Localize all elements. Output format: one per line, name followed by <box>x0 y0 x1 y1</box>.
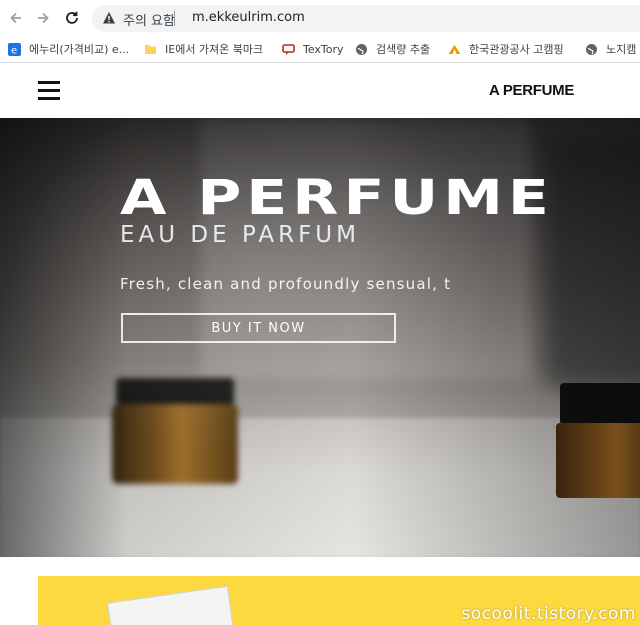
svg-text:e: e <box>11 45 17 56</box>
tent-icon <box>448 43 461 56</box>
folder-icon <box>144 43 157 56</box>
bookmark-nojicamp[interactable]: 노지캠 <box>585 40 636 58</box>
globe-icon <box>585 43 598 56</box>
url-text[interactable]: m.ekkeulrim.com <box>192 10 305 25</box>
divider <box>174 11 175 26</box>
globe-icon <box>355 43 368 56</box>
bookmark-label: 한국관광공사 고캠핑 <box>469 43 564 56</box>
hero-title: A PERFUME <box>120 170 554 226</box>
site-logo[interactable]: A PERFUME <box>489 82 574 99</box>
bookmark-enuri[interactable]: e 에누리(가격비교) e... <box>8 40 129 58</box>
buy-now-button[interactable]: BUY IT NOW <box>121 313 396 343</box>
bookmark-label: IE에서 가져온 북마크 <box>165 43 264 56</box>
hamburger-menu-icon[interactable] <box>38 81 60 100</box>
product-image <box>106 585 236 625</box>
browser-toolbar: 주의 요함 m.ekkeulrim.com <box>0 0 640 36</box>
bookmark-gocamping[interactable]: 한국관광공사 고캠핑 <box>448 40 564 58</box>
bookmark-folder-ie[interactable]: IE에서 가져온 북마크 <box>144 40 263 58</box>
bookmark-label: 노지캠 <box>606 43 637 56</box>
enuri-icon: e <box>8 42 21 56</box>
hero-description: Fresh, clean and profoundly sensual, t <box>120 275 452 293</box>
warning-icon[interactable] <box>102 11 116 30</box>
watermark-text: socoolit.tistory.com <box>461 604 636 624</box>
textory-icon <box>282 43 295 56</box>
site-header: A PERFUME <box>0 63 640 118</box>
bookmark-search-volume[interactable]: 검색량 추출 <box>355 40 430 58</box>
hero-subtitle: EAU DE PARFUM <box>120 222 360 248</box>
reload-icon[interactable] <box>62 8 82 28</box>
bookmarks-bar: e 에누리(가격비교) e... IE에서 가져온 북마크 TexTory 검색… <box>0 36 640 63</box>
forward-arrow-icon[interactable] <box>33 8 53 28</box>
back-arrow-icon[interactable] <box>6 8 26 28</box>
bookmark-label: 에누리(가격비교) e... <box>29 43 130 56</box>
address-bar[interactable]: 주의 요함 m.ekkeulrim.com <box>92 5 640 32</box>
bookmark-label: TexTory <box>303 42 344 56</box>
security-status[interactable]: 주의 요함 <box>123 10 175 29</box>
bookmark-textory[interactable]: TexTory <box>282 40 344 58</box>
bookmark-label: 검색량 추출 <box>376 43 431 56</box>
hero-banner: A PERFUME EAU DE PARFUM Fresh, clean and… <box>0 118 640 557</box>
